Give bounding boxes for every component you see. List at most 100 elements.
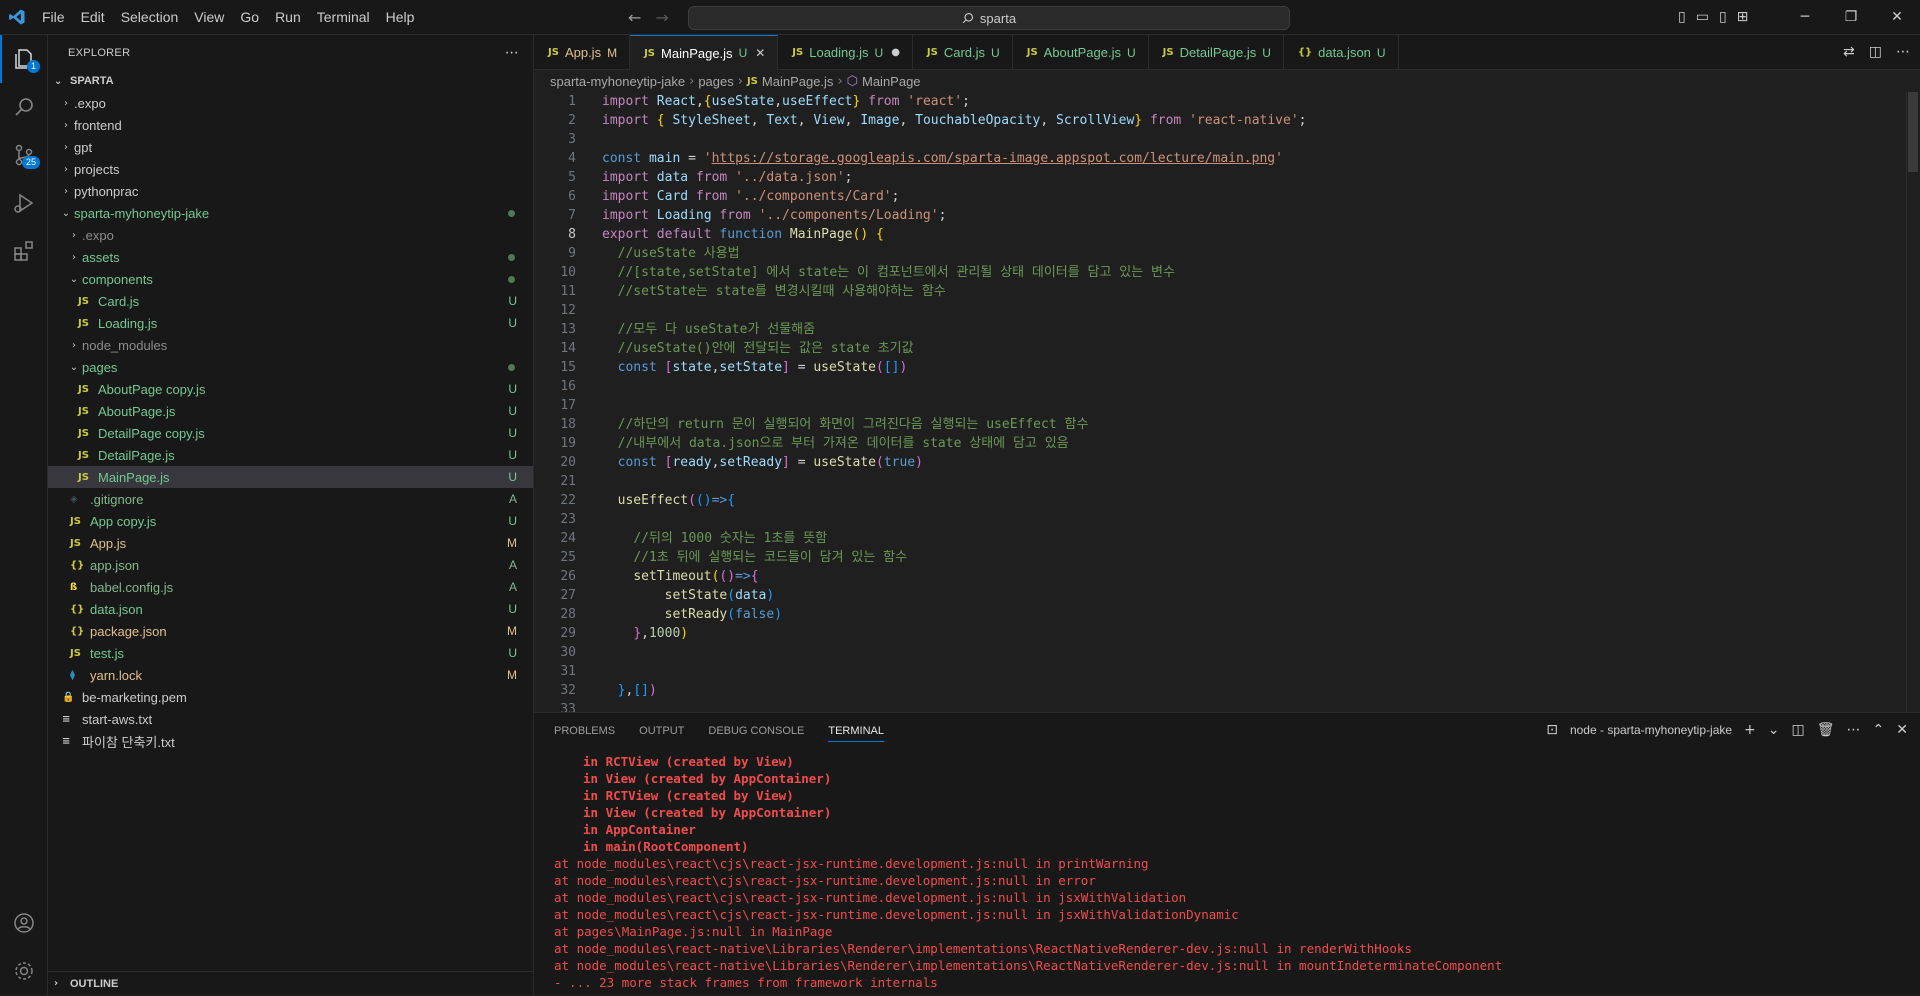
- tree-file[interactable]: JS DetailPage copy.js U: [48, 422, 533, 444]
- panel-tab-terminal[interactable]: TERMINAL: [828, 725, 884, 742]
- code-token: setState: [664, 588, 728, 603]
- close-tab-icon[interactable]: ✕: [755, 46, 765, 60]
- tree-folder[interactable]: › .expo: [48, 224, 533, 246]
- close-panel-icon[interactable]: ✕: [1896, 713, 1908, 748]
- forward-arrow-icon[interactable]: →: [655, 0, 668, 35]
- menu-edit[interactable]: Edit: [73, 0, 113, 35]
- tree-file[interactable]: 🔒 be-marketing.pem: [48, 686, 533, 708]
- tree-folder[interactable]: ⌄ pages: [48, 356, 533, 378]
- minimap[interactable]: [1906, 92, 1920, 712]
- menu-file[interactable]: File: [34, 0, 73, 35]
- split-terminal-icon[interactable]: ◫: [1792, 713, 1805, 748]
- editor-tab[interactable]: JS Card.js U: [913, 35, 1013, 70]
- tree-item-label: app.json: [90, 557, 140, 573]
- menu-view[interactable]: View: [186, 0, 232, 35]
- editor-tab[interactable]: JS DetailPage.js U: [1149, 35, 1284, 70]
- tree-file[interactable]: JS App.js M: [48, 532, 533, 554]
- tree-file[interactable]: JS MainPage.js U: [48, 466, 533, 488]
- tree-file[interactable]: ß babel.config.js A: [48, 576, 533, 598]
- tree-folder[interactable]: ⌄ components: [48, 268, 533, 290]
- tree-folder[interactable]: ⌄ sparta-myhoneytip-jake: [48, 202, 533, 224]
- menu-run[interactable]: Run: [267, 0, 309, 35]
- workspace-root[interactable]: ⌄ SPARTA: [48, 70, 533, 92]
- menu-help[interactable]: Help: [378, 0, 423, 35]
- tree-file[interactable]: JS AboutPage copy.js U: [48, 378, 533, 400]
- toggle-primary-sidebar-icon[interactable]: ▯: [1678, 0, 1686, 35]
- menu-go[interactable]: Go: [232, 0, 267, 35]
- tree-file[interactable]: {} package.json M: [48, 620, 533, 642]
- breadcrumb-subfolder[interactable]: pages: [698, 74, 733, 89]
- tree-folder[interactable]: › gpt: [48, 136, 533, 158]
- unsaved-dot-icon[interactable]: ●: [891, 47, 900, 58]
- tree-folder[interactable]: › .expo: [48, 92, 533, 114]
- tab-label: Card.js: [943, 45, 986, 60]
- tree-file[interactable]: ≡ start-aws.txt: [48, 708, 533, 730]
- tree-folder[interactable]: › assets: [48, 246, 533, 268]
- menu-terminal[interactable]: Terminal: [309, 0, 378, 35]
- tree-file[interactable]: JS AboutPage.js U: [48, 400, 533, 422]
- breadcrumb-folder[interactable]: sparta-myhoneytip-jake: [550, 74, 685, 89]
- editor-tab[interactable]: JS MainPage.js U ✕: [630, 35, 779, 70]
- maximize-panel-icon[interactable]: ⌃: [1873, 713, 1885, 748]
- editor-scrollbar[interactable]: [1908, 92, 1918, 172]
- search-activity[interactable]: [0, 83, 48, 131]
- source-control-activity[interactable]: 25: [0, 131, 48, 179]
- panel-tab-debug-console[interactable]: DEBUG CONSOLE: [708, 725, 804, 737]
- editor-tab[interactable]: JS Loading.js U ●: [778, 35, 913, 70]
- close-window-button[interactable]: ✕: [1874, 0, 1920, 35]
- new-terminal-icon[interactable]: +: [1744, 713, 1756, 748]
- line-number: 20: [560, 455, 576, 470]
- split-editor-icon[interactable]: ◫: [1869, 35, 1882, 70]
- tree-file[interactable]: JS test.js U: [48, 642, 533, 664]
- back-arrow-icon[interactable]: ←: [628, 0, 641, 35]
- explorer-activity[interactable]: 1: [0, 35, 48, 83]
- terminal-name[interactable]: node - sparta-myhoneytip-jake: [1570, 713, 1732, 748]
- toggle-secondary-sidebar-icon[interactable]: ▯: [1719, 0, 1727, 35]
- breadcrumb-file[interactable]: MainPage.js: [762, 74, 834, 89]
- minimize-button[interactable]: ─: [1782, 0, 1828, 35]
- code-token: ,: [774, 94, 783, 109]
- run-debug-activity[interactable]: [0, 179, 48, 227]
- manage-activity[interactable]: [0, 947, 48, 995]
- tree-file[interactable]: JS Loading.js U: [48, 312, 533, 334]
- customize-layout-icon[interactable]: ⊞: [1737, 0, 1749, 35]
- tree-file[interactable]: ≡ 파이참 단축키.txt: [48, 730, 533, 752]
- editor-tab[interactable]: JS App.js M: [534, 35, 631, 70]
- panel-tab-output[interactable]: OUTPUT: [639, 725, 684, 737]
- terminal-output[interactable]: in RCTView (created by View) in View (cre…: [554, 753, 1894, 996]
- code-token: //하단의 return 문이 실행되어 화면이 그려진다음 실행되는 useE…: [617, 417, 1089, 432]
- menu-selection[interactable]: Selection: [113, 0, 187, 35]
- panel-tab-problems[interactable]: PROBLEMS: [554, 725, 615, 737]
- breadcrumb-symbol[interactable]: MainPage: [862, 74, 921, 89]
- editor-tab[interactable]: {} data.json U: [1284, 35, 1399, 70]
- more-actions-icon[interactable]: ⋯: [1896, 35, 1910, 70]
- tree-file[interactable]: JS DetailPage.js U: [48, 444, 533, 466]
- accounts-activity[interactable]: [0, 899, 48, 947]
- open-changes-icon[interactable]: ⇄: [1843, 35, 1855, 70]
- tree-folder[interactable]: › pythonprac: [48, 180, 533, 202]
- terminal-line: at node_modules\react\cjs\react-jsx-runt…: [554, 856, 1149, 871]
- tree-folder[interactable]: › frontend: [48, 114, 533, 136]
- modified-dot: [508, 254, 515, 261]
- tree-folder[interactable]: › node_modules: [48, 334, 533, 356]
- tree-file[interactable]: {} data.json U: [48, 598, 533, 620]
- tree-file[interactable]: ⧫ yarn.lock M: [48, 664, 533, 686]
- extensions-activity[interactable]: [0, 227, 48, 275]
- more-actions-icon[interactable]: ⋯: [1847, 713, 1861, 748]
- tree-folder[interactable]: › projects: [48, 158, 533, 180]
- chevron-down-icon[interactable]: ⌄: [1768, 713, 1780, 748]
- toggle-panel-icon[interactable]: ▭: [1696, 0, 1709, 35]
- tree-file[interactable]: {} app.json A: [48, 554, 533, 576]
- trash-icon[interactable]: 🗑: [1817, 713, 1835, 748]
- more-actions-icon[interactable]: ⋯: [505, 45, 519, 61]
- command-center-search[interactable]: sparta: [688, 6, 1290, 30]
- tree-file[interactable]: ◈ .gitignore A: [48, 488, 533, 510]
- editor-tab[interactable]: JS AboutPage.js U: [1013, 35, 1149, 70]
- restore-button[interactable]: ❐: [1828, 0, 1874, 35]
- outline-section[interactable]: › OUTLINE: [48, 971, 534, 995]
- tree-file[interactable]: JS App copy.js U: [48, 510, 533, 532]
- code-editor[interactable]: 1 import React,{useState,useEffect} from …: [534, 92, 1914, 712]
- tree-file[interactable]: JS Card.js U: [48, 290, 533, 312]
- js-file-icon: JS: [78, 383, 89, 395]
